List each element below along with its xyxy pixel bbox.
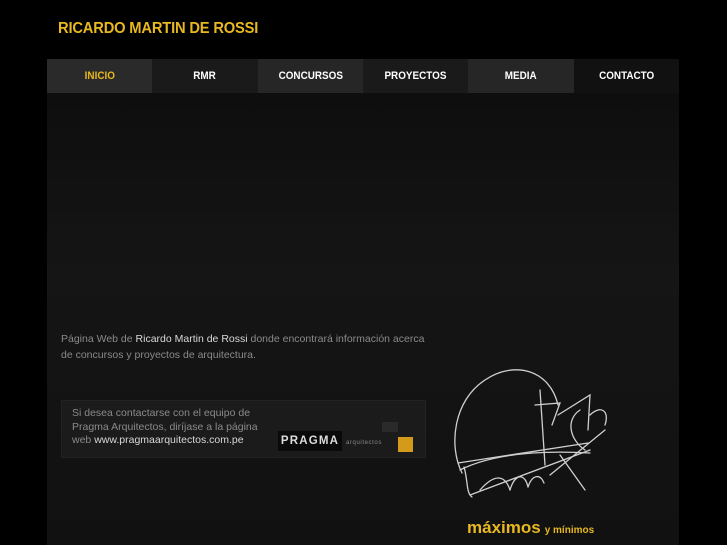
nav-item-label: RMR <box>193 70 217 82</box>
pragma-link[interactable]: www.pragmaarquitectos.com.pe <box>94 434 243 446</box>
signature-drawing <box>454 369 607 498</box>
intro-name: Ricardo Martin de Rossi <box>135 333 248 345</box>
tagline-minimos: y mínimos <box>544 525 595 536</box>
pragma-logo-word: PRAGMA <box>278 431 342 451</box>
nav-item-media[interactable]: MEDIA <box>468 59 574 93</box>
nav-item-proyectos[interactable]: PROYECTOS <box>362 59 469 93</box>
nav-item-label: CONCURSOS <box>278 70 343 82</box>
pragma-contact-box: Si desea contactarse con el equipo de Pr… <box>61 400 426 458</box>
nav-item-label: CONTACTO <box>598 70 654 82</box>
nav-item-concursos[interactable]: CONCURSOS <box>257 59 363 93</box>
intro-text: Página Web de Ricardo Martin de Rossi do… <box>61 331 431 363</box>
tagline: máximos y mínimos <box>467 518 594 538</box>
intro-prefix: Página Web de <box>61 333 136 345</box>
nav-item-label: MEDIA <box>505 70 537 82</box>
pragma-logo-gray-block <box>382 422 398 432</box>
main-nav: INICIO RMR CONCURSOS PROYECTOS MEDIA CON… <box>47 59 679 93</box>
pragma-logo[interactable]: PRAGMA arquitectos <box>278 422 414 454</box>
pragma-logo-subtitle: arquitectos <box>346 440 382 446</box>
pragma-text: Si desea contactarse con el equipo de Pr… <box>72 407 277 448</box>
nav-item-rmr[interactable]: RMR <box>152 59 258 93</box>
nav-item-inicio[interactable]: INICIO <box>47 59 153 93</box>
nav-item-label: PROYECTOS <box>384 70 447 82</box>
nav-item-contacto[interactable]: CONTACTO <box>573 59 679 93</box>
nav-item-label: INICIO <box>84 70 115 82</box>
pragma-logo-square <box>398 437 413 452</box>
tagline-maximos: máximos <box>467 518 541 537</box>
site-title[interactable]: RICARDO MARTIN DE ROSSI <box>58 20 258 38</box>
